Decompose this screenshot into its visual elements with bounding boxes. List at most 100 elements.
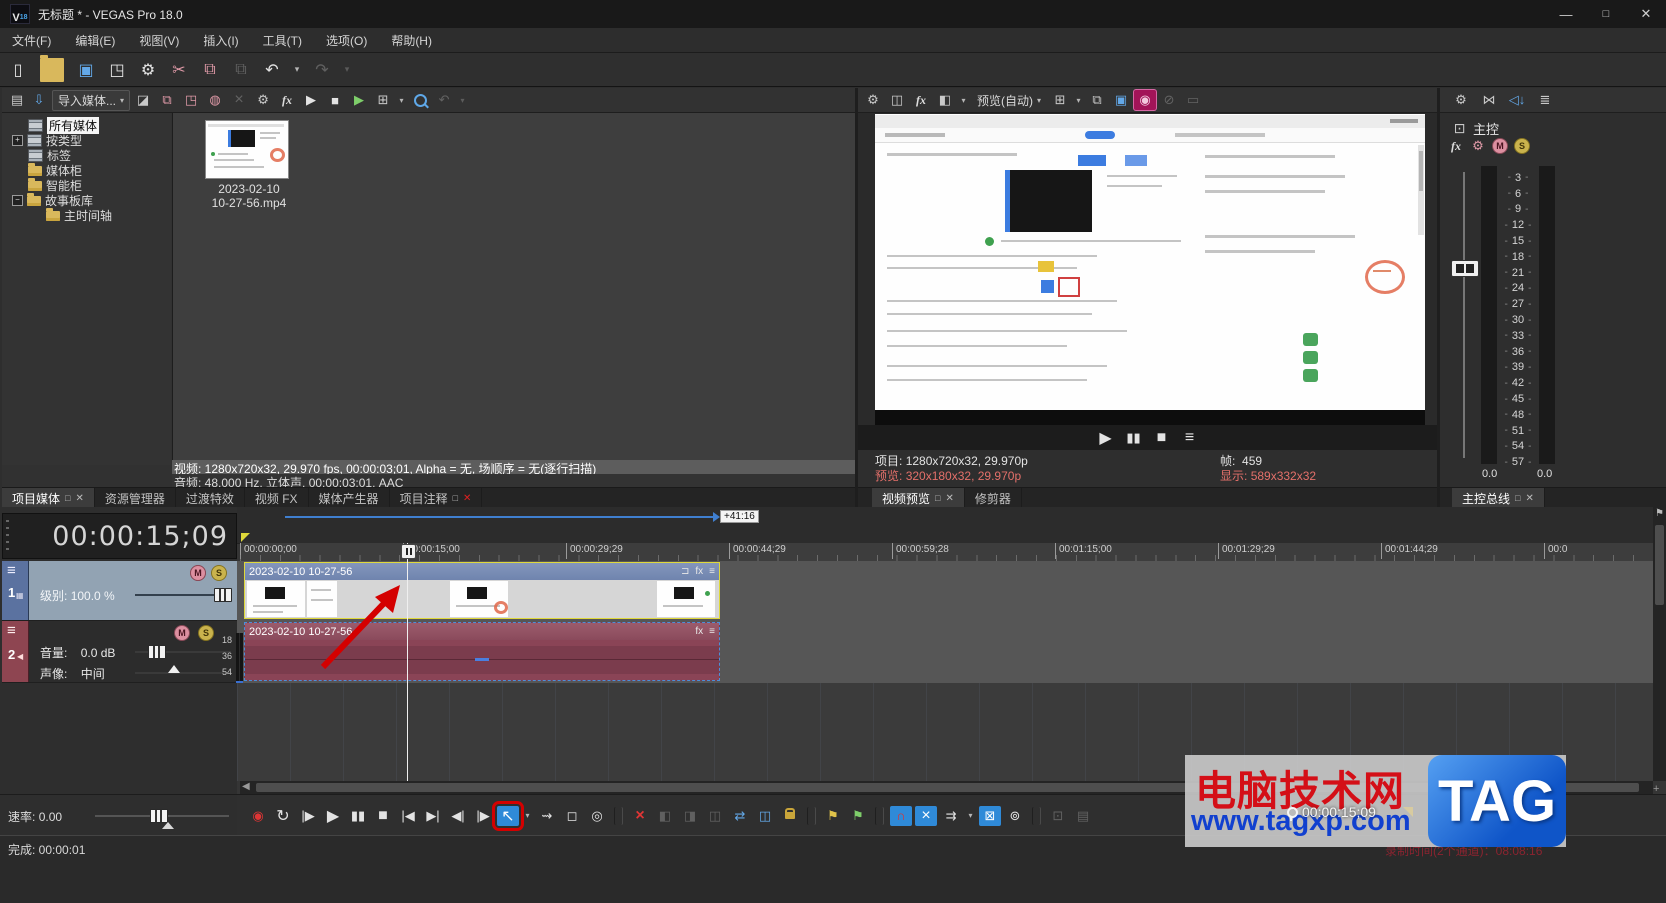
media-fx-icon[interactable]: fx bbox=[276, 90, 298, 110]
go-to-start-icon[interactable]: |◀ bbox=[397, 806, 419, 826]
undo-icon[interactable]: ↶ bbox=[260, 58, 284, 82]
master-fader-handle[interactable] bbox=[1451, 260, 1479, 277]
rate-slider-knob[interactable] bbox=[150, 809, 168, 823]
splitter[interactable] bbox=[855, 88, 858, 507]
shuffle-icon[interactable]: ◫ bbox=[754, 806, 776, 826]
video-output-fx-icon[interactable]: fx bbox=[910, 90, 932, 110]
tree-item-media-bins[interactable]: 媒体柜 bbox=[2, 162, 171, 178]
tab-video-fx[interactable]: 视频 FX bbox=[245, 488, 309, 508]
import-media-button[interactable]: 导入媒体... ▾ bbox=[52, 89, 131, 111]
preview-pause-icon[interactable]: ▮▮ bbox=[1123, 428, 1145, 448]
event-menu-icon[interactable]: ≡ bbox=[709, 566, 715, 577]
tab-project-media[interactable]: 项目媒体 □ ✕ bbox=[2, 488, 95, 508]
redo-dropdown-icon[interactable]: ▾ bbox=[341, 58, 353, 82]
tab-video-preview[interactable]: 视频预览 □ ✕ bbox=[872, 488, 965, 508]
preview-360-icon[interactable]: ⊘ bbox=[1158, 90, 1180, 110]
tree-item-main-timeline[interactable]: 主时间轴 bbox=[2, 207, 171, 223]
tab-project-notes[interactable]: 项目注释 □ ✕ bbox=[390, 488, 483, 508]
menu-edit[interactable]: 编辑(E) bbox=[63, 29, 127, 52]
close-tab-icon[interactable]: ✕ bbox=[1525, 493, 1533, 504]
record-icon[interactable]: ◉ bbox=[247, 806, 269, 826]
master-properties-icon[interactable]: ⚙ bbox=[1450, 90, 1472, 110]
overlay-dropdown-icon[interactable]: ▾ bbox=[1073, 90, 1084, 110]
split-icon[interactable]: ◫ bbox=[704, 806, 726, 826]
track-menu-icon[interactable]: ≡ bbox=[7, 622, 16, 639]
auto-preview-icon[interactable]: ▶ bbox=[348, 90, 370, 110]
timecode-display[interactable]: 00:00:15;09 bbox=[2, 513, 237, 559]
undock-icon[interactable]: □ bbox=[935, 493, 940, 503]
tree-item-all-media[interactable]: 所有媒体 bbox=[2, 116, 171, 135]
marker-bar[interactable]: +41:16 bbox=[237, 507, 1653, 544]
video-track-header[interactable]: ≡ 1 ▦ M S 级别: 100.0 % bbox=[2, 561, 237, 621]
copy-frame-icon[interactable]: ⧉ bbox=[1086, 90, 1108, 110]
preview-properties-icon[interactable]: ⚙ bbox=[862, 90, 884, 110]
quality-dropdown-icon[interactable]: ▾ bbox=[1037, 96, 1041, 105]
relink-media-icon[interactable]: ⧉ bbox=[156, 90, 178, 110]
tree-item-storyboards[interactable]: − 故事板库 bbox=[2, 192, 171, 208]
undock-icon[interactable]: □ bbox=[1515, 493, 1520, 503]
script-icon[interactable]: ⊡ bbox=[1047, 806, 1069, 826]
go-to-end-icon[interactable]: ▶| bbox=[422, 806, 444, 826]
toolbar-separator[interactable] bbox=[1032, 806, 1041, 825]
menu-help[interactable]: 帮助(H) bbox=[379, 29, 444, 52]
master-mute-icon[interactable]: M bbox=[1492, 138, 1508, 154]
track-mute-icon[interactable]: M bbox=[174, 625, 190, 641]
save-frame-icon[interactable]: ▣ bbox=[1110, 90, 1132, 110]
track-menu-icon[interactable]: ≡ bbox=[7, 562, 16, 579]
preview-stop-icon[interactable]: ■ bbox=[1151, 428, 1173, 448]
ripple-dropdown-icon[interactable]: ▾ bbox=[965, 806, 976, 826]
grid-overlay-icon[interactable]: ⊞ bbox=[1049, 90, 1071, 110]
volume-slider-knob[interactable] bbox=[148, 645, 166, 659]
zoom-edit-tool-icon[interactable]: ◎ bbox=[586, 806, 608, 826]
search-media-icon[interactable] bbox=[409, 90, 431, 110]
close-tab-icon[interactable]: ✕ bbox=[75, 493, 83, 504]
menu-insert[interactable]: 插入(I) bbox=[191, 29, 250, 52]
tab-trimmer[interactable]: 修剪器 bbox=[965, 488, 1022, 508]
external-app-icon[interactable]: ▤ bbox=[1072, 806, 1094, 826]
envelope-tool-icon[interactable]: ⇝ bbox=[536, 806, 558, 826]
loop-playback-icon[interactable]: ↻ bbox=[272, 806, 294, 826]
maximize-button[interactable]: □ bbox=[1586, 0, 1626, 28]
timeline-vscroll[interactable]: ⚑ bbox=[1653, 507, 1666, 781]
import-down-icon[interactable]: ⇩ bbox=[28, 90, 50, 110]
next-frame-icon[interactable]: |▶ bbox=[472, 806, 494, 826]
media-views-pane-icon[interactable]: ▤ bbox=[6, 90, 28, 110]
marker-tool-icon[interactable]: ⚑ bbox=[1655, 508, 1664, 519]
close-tab-icon[interactable]: ✕ bbox=[945, 493, 953, 504]
event-fx-icon[interactable]: fx bbox=[695, 626, 703, 637]
ignore-grouping-icon[interactable]: ⊚ bbox=[1004, 806, 1026, 826]
project-properties-icon[interactable]: ⚙ bbox=[136, 58, 160, 82]
event-fx-icon[interactable]: fx bbox=[695, 566, 703, 577]
preview-menu-icon[interactable]: ≡ bbox=[1179, 428, 1201, 448]
split-screen-icon[interactable]: ◧ bbox=[934, 90, 956, 110]
remove-media-icon[interactable]: × bbox=[228, 90, 250, 110]
delete-icon[interactable]: × bbox=[629, 806, 651, 826]
close-button[interactable]: ✕ bbox=[1626, 0, 1666, 28]
save-project-icon[interactable]: ▣ bbox=[74, 58, 98, 82]
media-properties-icon[interactable]: ⚙ bbox=[252, 90, 274, 110]
audio-track-header[interactable]: ≡ 2 ◀ M S 音量: 0.0 dB 声像: 中间 bbox=[2, 621, 237, 683]
open-project-icon[interactable] bbox=[40, 54, 64, 82]
menu-file[interactable]: 文件(F) bbox=[0, 29, 63, 52]
tree-item-by-type[interactable]: + 按类型 bbox=[2, 133, 171, 148]
tab-media-generators[interactable]: 媒体产生器 bbox=[309, 488, 390, 508]
close-tab-icon[interactable]: ✕ bbox=[463, 493, 471, 504]
mixing-console-icon[interactable]: ≣ bbox=[1534, 90, 1556, 110]
trim-end-icon[interactable]: ◨ bbox=[679, 806, 701, 826]
expand-icon[interactable]: + bbox=[12, 135, 23, 146]
tab-explorer[interactable]: 资源管理器 bbox=[95, 488, 176, 508]
cut-icon[interactable]: ✂ bbox=[167, 58, 191, 82]
media-preview-toggle-icon[interactable]: ◪ bbox=[132, 90, 154, 110]
slip-icon[interactable]: ⇄ bbox=[729, 806, 751, 826]
views-icon[interactable]: ⊞ bbox=[372, 90, 394, 110]
preview-play-icon[interactable]: ▶ bbox=[300, 90, 322, 110]
external-monitor-icon[interactable]: ◫ bbox=[886, 90, 908, 110]
lock-event-icon[interactable] bbox=[779, 806, 801, 826]
menu-tools[interactable]: 工具(T) bbox=[251, 29, 314, 52]
play-from-start-icon[interactable]: |▶ bbox=[297, 806, 319, 826]
preview-stop-icon[interactable]: ■ bbox=[324, 90, 346, 110]
lock-envelopes-icon[interactable]: ⊠ bbox=[979, 805, 1001, 826]
toolbar-separator[interactable] bbox=[875, 806, 884, 825]
insert-marker-icon[interactable]: ⚑ bbox=[822, 806, 844, 826]
selection-tool-icon[interactable]: ◻ bbox=[561, 806, 583, 826]
